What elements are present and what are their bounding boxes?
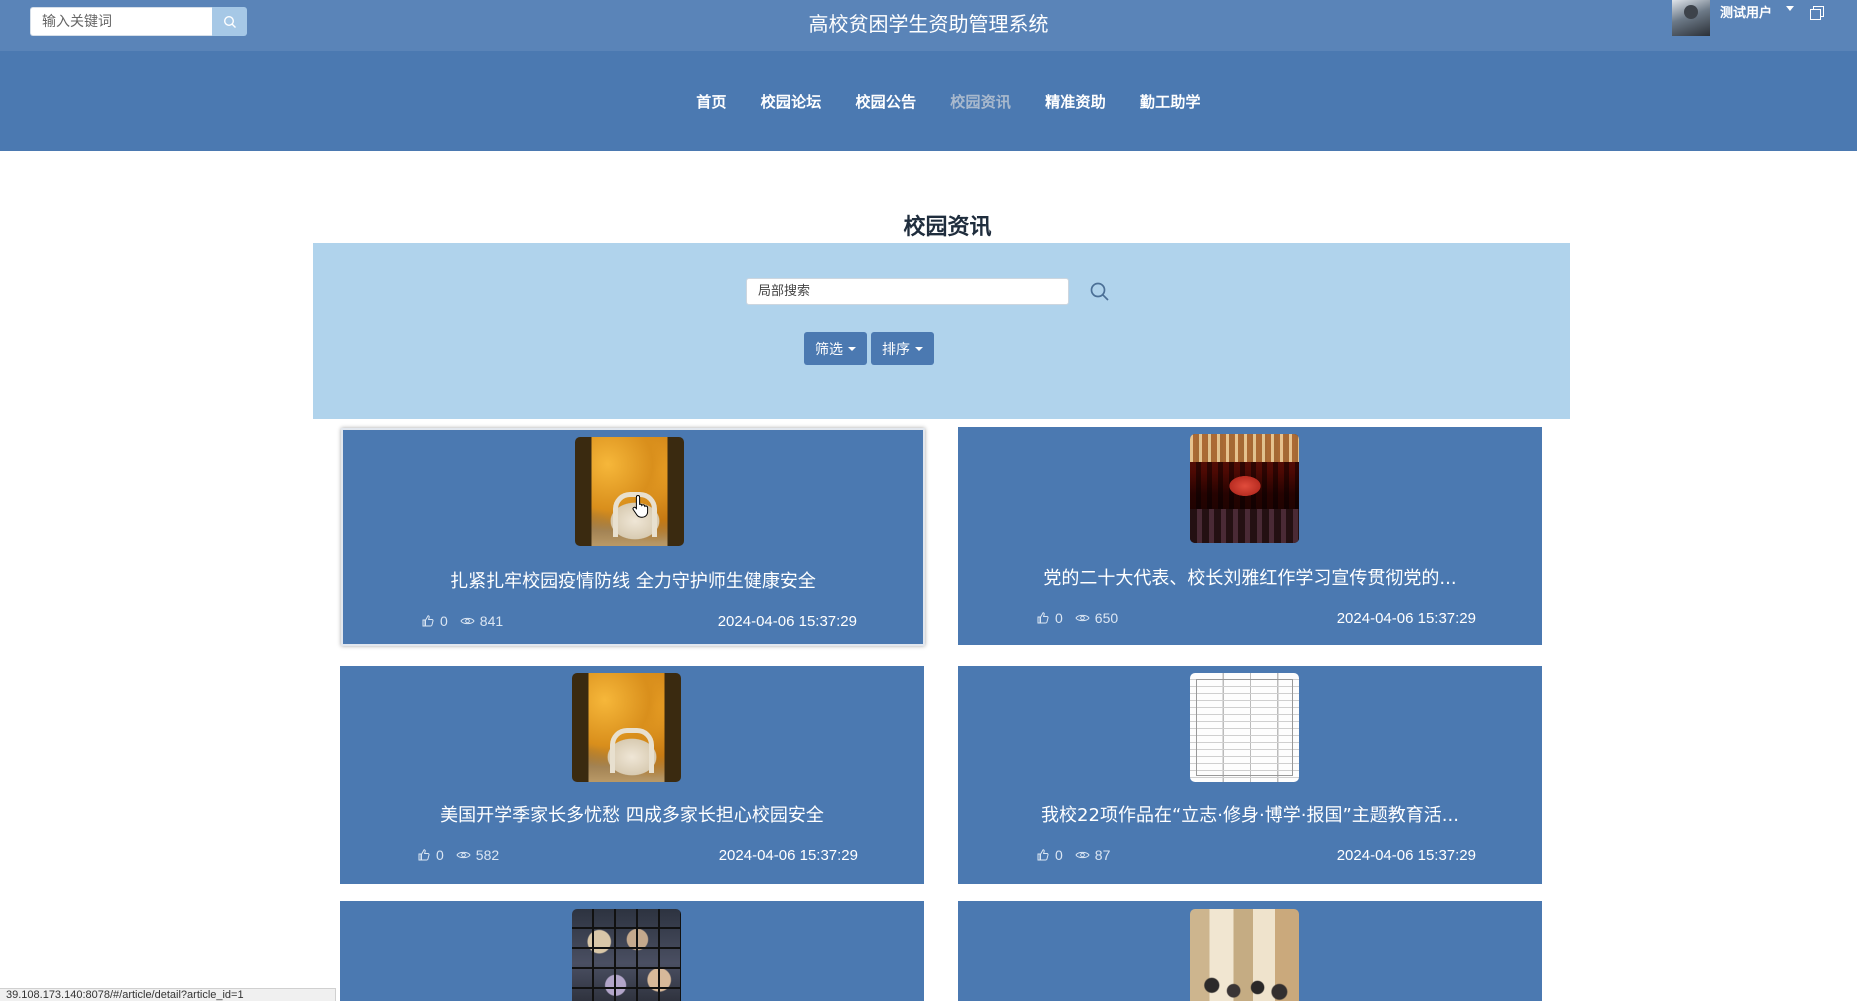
article-date: 2024-04-06 15:37:29 [1336, 847, 1476, 864]
eye-icon [1075, 614, 1090, 622]
article-meta: 0 582 [417, 847, 511, 863]
article-meta: 0 650 [1036, 610, 1130, 626]
article-thumbnail[interactable] [1190, 909, 1299, 1001]
article-card[interactable]: 党的二十大代表、校长刘雅红作学习宣传贯彻党的... 0 650 2024-04-… [958, 427, 1542, 645]
article-title[interactable]: 我校22项作品在“立志·修身·博学·报国”主题教育活... [958, 801, 1542, 827]
article-thumbnail[interactable] [575, 437, 684, 546]
view-count: 650 [1094, 610, 1119, 626]
thumbs-up-icon[interactable] [417, 848, 431, 862]
nav-item-forum[interactable]: 校园论坛 [761, 91, 822, 112]
nav-item-notice[interactable]: 校园公告 [855, 91, 916, 112]
article-card[interactable]: 美国开学季家长多忧愁 四成多家长担心校园安全 0 582 2024-04-06 … [340, 666, 924, 884]
thumbs-up-icon[interactable] [1036, 848, 1050, 862]
nav-item-news[interactable]: 校园资讯 [950, 91, 1011, 112]
article-card[interactable]: 我校22项作品在“立志·修身·博学·报国”主题教育活... 0 87 2024-… [958, 666, 1542, 884]
article-card[interactable]: 扎紧扎牢校园疫情防线 全力守护师生健康安全 0 841 2024-04-06 1… [341, 428, 925, 646]
article-date: 2024-04-06 15:37:29 [718, 847, 858, 864]
page-title: 校园资讯 [903, 215, 992, 240]
nav-item-home[interactable]: 首页 [696, 91, 726, 112]
chevron-down-icon[interactable] [1786, 6, 1795, 11]
article-meta: 0 841 [421, 613, 515, 629]
article-thumbnail[interactable] [572, 909, 681, 1001]
article-thumbnail[interactable] [1190, 434, 1299, 543]
nav-item-work-study[interactable]: 勤工助学 [1140, 91, 1201, 112]
user-menu[interactable]: 测试用户 [1672, 0, 1825, 36]
like-count: 0 [436, 847, 444, 863]
view-count: 582 [475, 847, 500, 863]
article-thumbnail[interactable] [1190, 673, 1299, 782]
article-title[interactable]: 美国开学季家长多忧愁 四成多家长担心校园安全 [340, 801, 924, 827]
sort-label: 排序 [882, 341, 910, 358]
caret-down-icon [848, 346, 856, 351]
article-title[interactable]: 扎紧扎牢校园疫情防线 全力守护师生健康安全 [343, 567, 923, 593]
like-count: 0 [1055, 610, 1063, 626]
nav-item-aid[interactable]: 精准资助 [1045, 91, 1106, 112]
local-search-input[interactable] [746, 278, 1069, 305]
eye-icon [456, 851, 471, 859]
view-count: 87 [1094, 847, 1111, 863]
top-header: 高校贫困学生资助管理系统 测试用户 [0, 0, 1857, 51]
avatar[interactable] [1672, 0, 1710, 36]
user-name[interactable]: 测试用户 [1720, 2, 1772, 21]
article-card[interactable] [340, 901, 924, 1001]
article-thumbnail[interactable] [572, 673, 681, 782]
article-meta: 0 87 [1036, 847, 1122, 863]
status-bar-url: 39.108.173.140:8078/#/article/detail?art… [0, 988, 336, 1001]
thumbs-up-icon[interactable] [421, 614, 435, 628]
filter-label: 筛选 [815, 341, 843, 358]
article-card[interactable] [958, 901, 1542, 1001]
eye-icon [460, 617, 475, 625]
sort-dropdown-button[interactable]: 排序 [871, 332, 934, 365]
article-title[interactable]: 党的二十大代表、校长刘雅红作学习宣传贯彻党的... [958, 564, 1542, 590]
window-restore-icon[interactable] [1810, 6, 1825, 20]
filter-dropdown-button[interactable]: 筛选 [804, 332, 867, 365]
filter-panel: 筛选 排序 [313, 243, 1570, 419]
caret-down-icon [915, 346, 923, 351]
article-date: 2024-04-06 15:37:29 [717, 613, 857, 630]
view-count: 841 [479, 613, 504, 629]
like-count: 0 [440, 613, 448, 629]
article-date: 2024-04-06 15:37:29 [1336, 610, 1476, 627]
thumbs-up-icon[interactable] [1036, 611, 1050, 625]
search-icon[interactable] [1088, 280, 1112, 304]
site-title: 高校贫困学生资助管理系统 [808, 12, 1049, 36]
like-count: 0 [1055, 847, 1063, 863]
main-nav: 首页 校园论坛 校园公告 校园资讯 精准资助 勤工助学 [0, 51, 1857, 151]
eye-icon [1075, 851, 1090, 859]
